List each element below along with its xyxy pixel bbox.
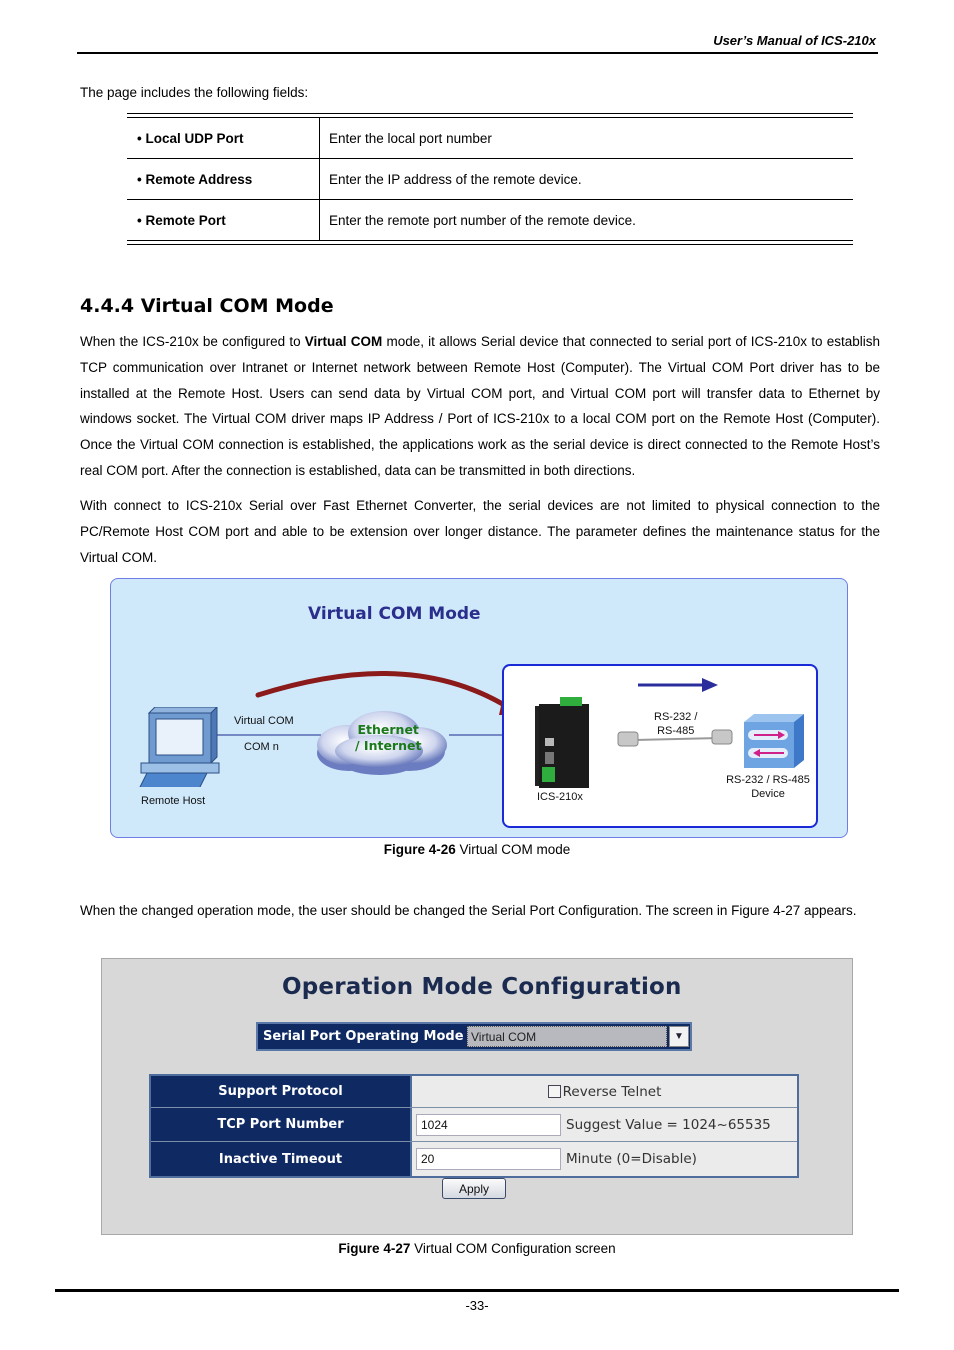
virtual-com-diagram: Virtual COM Mode Remote Host Virtual COM… (110, 578, 848, 838)
table-row: • Remote Port Enter the remote port numb… (127, 200, 853, 240)
tcp-port-number-input[interactable]: 1024 (416, 1113, 561, 1136)
table-row: • Local UDP Port Enter the local port nu… (127, 118, 853, 159)
device-panel: ICS-210x RS-232 / RS-485 RS-232 / RS-485… (502, 664, 818, 828)
inactive-timeout-hint: Minute (0=Disable) (566, 1151, 697, 1167)
apply-button[interactable]: Apply (442, 1178, 506, 1199)
table-row: • Remote Address Enter the IP address of… (127, 159, 853, 200)
field-name: • Remote Address (127, 159, 320, 199)
cloud-label: Ethernet / Internet (355, 722, 421, 754)
para1-text: When the ICS-210x be configured to (80, 334, 305, 349)
serial-type-line2: RS-485 (657, 725, 695, 737)
section-title: 4.4.4 Virtual COM Mode (80, 295, 334, 317)
com-n-label: COM n (244, 741, 279, 753)
arc-arrow-icon (255, 671, 514, 712)
header-rule (77, 52, 878, 54)
computer-icon (139, 707, 220, 787)
serial-device-label: RS-232 / RS-485 Device (720, 773, 816, 801)
paragraph-1: When the ICS-210x be configured to Virtu… (80, 329, 880, 484)
tcp-port-number-label: TCP Port Number (151, 1108, 412, 1141)
caption-number: Figure 4-26 (383, 842, 456, 857)
chevron-down-icon[interactable]: ▼ (669, 1026, 689, 1047)
operating-mode-label: Serial Port Operating Mode (263, 1029, 464, 1044)
fields-table: • Local UDP Port Enter the local port nu… (127, 113, 853, 245)
field-description: Enter the local port number (329, 130, 492, 146)
support-protocol-label: Support Protocol (151, 1076, 412, 1107)
data-flow-arrow-icon (702, 678, 718, 692)
field-description: Enter the IP address of the remote devic… (329, 171, 582, 187)
config-page-title: Operation Mode Configuration (282, 974, 682, 1000)
tcp-port-hint: Suggest Value = 1024~65535 (566, 1116, 771, 1133)
table-row: Inactive Timeout 20 Minute (0=Disable) (151, 1142, 797, 1176)
footer-rule (55, 1289, 899, 1292)
support-protocol-cell: Reverse Telnet (412, 1076, 797, 1107)
serial-type-line1: RS-232 / (654, 711, 698, 723)
field-name: • Local UDP Port (127, 118, 320, 158)
db9-connector-icon (617, 731, 639, 747)
intro-text: The page includes the following fields: (80, 85, 309, 100)
operation-mode-config-screen: Operation Mode Configuration Serial Port… (101, 958, 853, 1235)
virtual-com-label: Virtual COM (234, 715, 294, 727)
field-description: Enter the remote port number of the remo… (329, 212, 636, 228)
figure-4-26-caption: Figure 4-26 Virtual COM mode (0, 842, 954, 857)
paragraph-2: With connect to ICS-210x Serial over Fas… (80, 498, 880, 565)
reverse-telnet-checkbox[interactable] (547, 1085, 561, 1098)
paragraph-3: When the changed operation mode, the use… (80, 903, 857, 918)
serial-device-line2: Device (751, 788, 785, 800)
reverse-telnet-label: Reverse Telnet (562, 1083, 662, 1100)
table-row: Support Protocol Reverse Telnet (151, 1076, 797, 1108)
device-label: ICS-210x (537, 791, 583, 803)
field-name: • Remote Port (127, 200, 320, 240)
table-bottom-rule (127, 240, 853, 245)
caption-text: Virtual COM mode (455, 842, 571, 857)
figure-4-27-caption: Figure 4-27 Virtual COM Configuration sc… (0, 1241, 954, 1256)
serial-cable (633, 737, 721, 741)
serial-type-label: RS-232 / RS-485 (654, 710, 697, 738)
caption-number: Figure 4-27 (338, 1241, 411, 1256)
db9-connector-icon (711, 729, 733, 745)
para1-bold-term: Virtual COM (304, 334, 383, 349)
serial-device-icon (744, 722, 794, 768)
caption-text: Virtual COM Configuration screen (410, 1241, 616, 1256)
inactive-timeout-label: Inactive Timeout (151, 1142, 412, 1176)
page-number: -33- (465, 1298, 489, 1313)
cloud-label-line1: Ethernet (357, 722, 419, 737)
cloud-label-line2: / Internet (355, 738, 422, 753)
remote-host-label: Remote Host (141, 795, 206, 807)
tcp-port-number-cell: 1024 Suggest Value = 1024~65535 (412, 1108, 797, 1141)
operating-mode-row: Serial Port Operating Mode Virtual COM ▼ (256, 1022, 692, 1051)
operating-mode-select[interactable]: Virtual COM (467, 1026, 667, 1047)
inactive-timeout-input[interactable]: 20 (416, 1148, 561, 1170)
serial-device-line1: RS-232 / RS-485 (726, 774, 810, 786)
virtual-com-settings-table: Support Protocol Reverse Telnet TCP Port… (149, 1074, 799, 1178)
inactive-timeout-cell: 20 Minute (0=Disable) (412, 1142, 797, 1176)
para1-text-rest: mode, it allows Serial device that conne… (80, 334, 880, 478)
table-row: TCP Port Number 1024 Suggest Value = 102… (151, 1108, 797, 1142)
manual-header-title: User’s Manual of ICS-210x (713, 33, 876, 48)
